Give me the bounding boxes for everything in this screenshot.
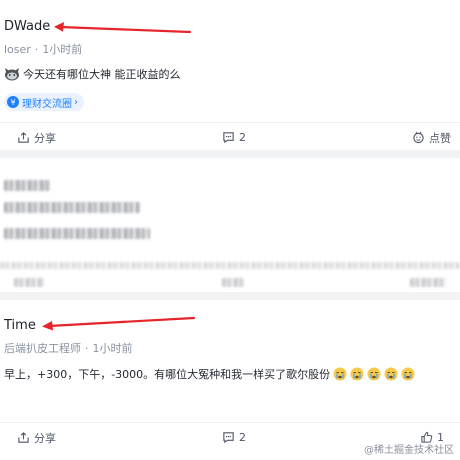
feed-divider (0, 292, 460, 300)
share-button[interactable]: 分享 (17, 130, 56, 146)
censored-text (4, 228, 150, 239)
share-icon (18, 432, 29, 443)
share-icon (18, 132, 29, 143)
post-time: 1小时前 (42, 43, 83, 56)
post-content[interactable]: 早上，+300，下午，-3000。有哪位大冤种和我一样买了歌尔股份 (4, 366, 415, 382)
comment-icon (223, 132, 234, 144)
comment-count: 2 (239, 131, 246, 144)
post-text: 今天还有哪位大神 能正收益的么 (23, 68, 181, 81)
post-time: 1小时前 (92, 342, 133, 355)
comment-count: 2 (239, 431, 246, 444)
censored-text (14, 278, 44, 287)
post-card[interactable]: Time 后端扒皮工程师 · 1小时前 早上，+300，下午，-3000。有哪位大冤… (0, 300, 460, 460)
meta-separator: · (85, 342, 89, 355)
comment-button[interactable]: 2 (222, 131, 246, 144)
crying-face-emoji-icon (384, 367, 398, 381)
cat-emoji-icon (4, 67, 20, 81)
author-role: loser (4, 43, 31, 56)
watermark: @稀土掘金技术社区 (364, 445, 454, 456)
share-label: 分享 (34, 131, 56, 145)
share-button[interactable]: 分享 (17, 430, 56, 446)
censored-text (410, 278, 446, 287)
crying-face-emoji-icon (401, 367, 415, 381)
like-label: 点赞 (429, 131, 451, 145)
censored-text (4, 180, 50, 191)
post-text: 早上，+300，下午，-3000。有哪位大冤种和我一样买了歌尔股份 (4, 368, 331, 381)
share-label: 分享 (34, 431, 56, 445)
censored-text (222, 278, 244, 287)
author-name[interactable]: DWade (4, 19, 50, 34)
comment-icon (223, 432, 234, 444)
thumbs-up-icon (413, 131, 424, 144)
post-card[interactable]: DWade loser · 1小时前 今天还有哪位大神 能正收益的么 ¥ 理财交流圈… (0, 0, 460, 150)
comment-button[interactable]: 2 (222, 431, 246, 444)
censored-post-card (0, 158, 460, 292)
topic-label: 理财交流圈 (22, 98, 72, 110)
author-meta: loser · 1小时前 (4, 41, 82, 57)
author-meta: 后端扒皮工程师 · 1小时前 (4, 340, 133, 356)
post-content[interactable]: 今天还有哪位大神 能正收益的么 (4, 66, 181, 82)
meta-separator: · (34, 43, 39, 56)
chevron-right-icon: › (74, 96, 78, 108)
annotation-arrow (54, 22, 192, 34)
like-button[interactable]: 点赞 (412, 130, 451, 146)
author-name[interactable]: Time (4, 318, 36, 333)
author-role: 后端扒皮工程师 (4, 342, 81, 355)
action-bar: 分享 2 点赞 (0, 122, 460, 152)
topic-tag[interactable]: ¥ 理财交流圈 › (4, 93, 84, 111)
annotation-arrow (42, 316, 196, 331)
crying-face-emoji-icon (333, 367, 347, 381)
censored-text (0, 262, 460, 269)
censored-text (4, 202, 140, 213)
crying-face-emoji-icon (350, 367, 364, 381)
topic-icon: ¥ (7, 96, 19, 108)
crying-face-emoji-icon (367, 367, 381, 381)
